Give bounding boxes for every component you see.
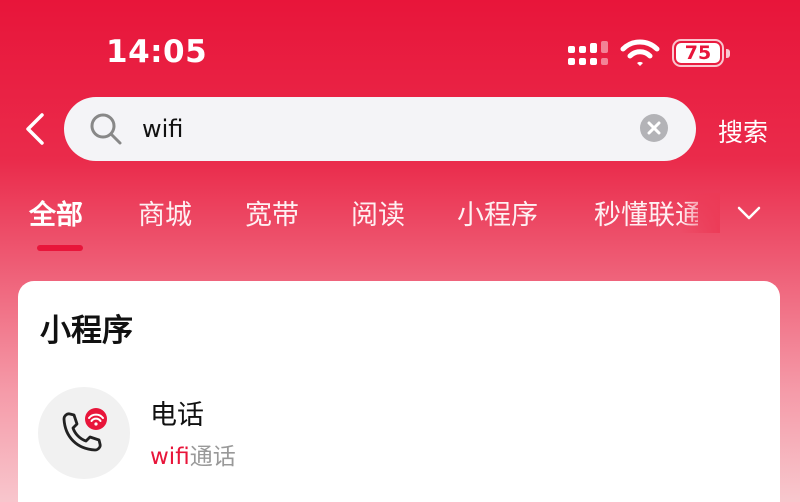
section-title: 小程序 xyxy=(40,313,133,349)
tab-fade xyxy=(680,193,720,233)
battery-cap xyxy=(726,49,730,58)
phone-wifi-icon xyxy=(38,387,130,479)
mini-program-item[interactable]: 电话 wifi通话 xyxy=(38,387,758,479)
desc-highlight: wifi xyxy=(150,444,190,470)
mini-program-desc: wifi通话 xyxy=(150,437,236,471)
tab-mini-programs[interactable]: 小程序 xyxy=(457,193,538,232)
tab-reading[interactable]: 阅读 xyxy=(351,193,405,232)
tab-mall[interactable]: 商城 xyxy=(138,193,192,232)
chevron-down-icon[interactable] xyxy=(734,198,764,228)
category-tabs: 全部 商城 宽带 阅读 小程序 秒懂联通 xyxy=(0,193,800,255)
active-tab-indicator xyxy=(37,245,83,251)
search-box[interactable] xyxy=(64,97,696,161)
wifi-icon xyxy=(620,39,660,66)
mini-program-section: 小程序 电话 wifi通话 xyxy=(18,281,780,502)
search-button[interactable]: 搜索 xyxy=(718,113,768,149)
back-icon[interactable] xyxy=(22,111,50,147)
search-row: 搜索 xyxy=(0,97,800,161)
battery-level: 75 xyxy=(676,43,720,63)
tab-broadband[interactable]: 宽带 xyxy=(245,193,299,232)
clear-icon[interactable] xyxy=(639,113,669,143)
battery-icon: 75 xyxy=(672,39,730,67)
status-time: 14:05 xyxy=(106,34,208,70)
status-bar: 14:05 75 xyxy=(0,0,800,100)
desc-rest: 通话 xyxy=(189,444,236,470)
tab-all[interactable]: 全部 xyxy=(29,193,83,232)
mini-program-name: 电话 xyxy=(150,400,204,431)
search-icon xyxy=(90,113,122,145)
search-input[interactable] xyxy=(142,97,622,161)
signal-icon xyxy=(568,41,608,65)
